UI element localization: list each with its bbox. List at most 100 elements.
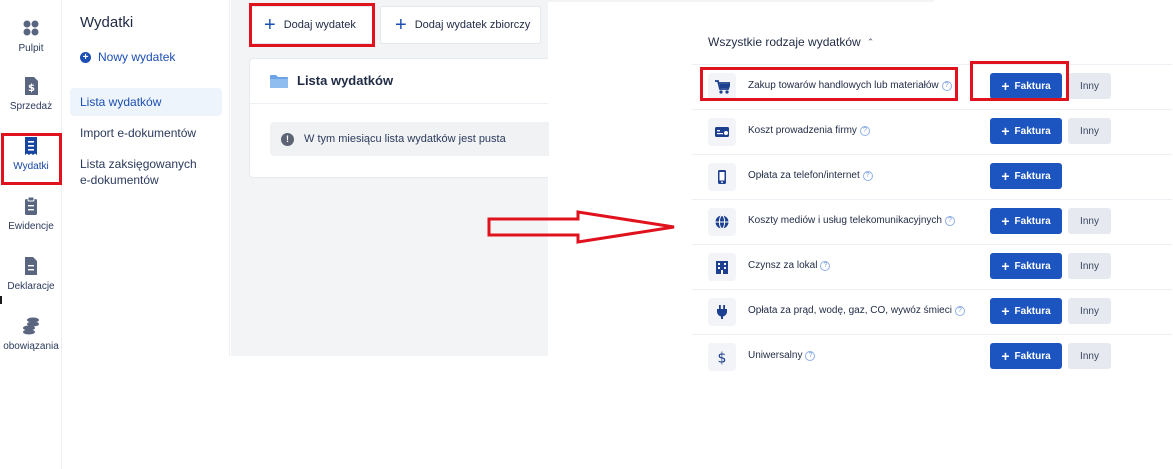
expense-types-toggle[interactable]: Wszystkie rodzaje wydatków ⌃ [708,35,874,49]
add-expense-button[interactable]: + Dodaj wydatek [249,6,373,44]
inny-button[interactable]: Inny [1068,253,1111,279]
nav-wydatki-label: Wydatki [13,161,49,172]
expense-type-row: $ Uniwersalny? + Faktura Inny [692,334,1172,379]
expense-type-label: Zakup towarów handlowych lub materiałów? [748,80,952,91]
panel-title: Wszystkie rodzaje wydatków [708,35,861,49]
expense-type-label: Opłata za prąd, wodę, gaz, CO, wywóz śmi… [748,305,965,316]
expense-type-icon-box [708,253,736,281]
plus-icon: + [395,14,407,36]
help-icon[interactable]: ? [944,215,955,226]
card-title: Lista wydatków [297,73,394,88]
phone-icon [718,170,726,184]
top-strip [548,0,934,2]
plus-icon: + [1001,168,1010,184]
nav-zobowiazania[interactable]: obowiązania [0,316,62,372]
expense-type-label: Uniwersalny? [748,350,816,361]
inny-button[interactable]: Inny [1068,73,1111,99]
expense-type-row: Opłata za telefon/internet? + Faktura [692,154,1172,199]
info-icon: ! [281,132,294,146]
plus-icon: + [1001,348,1010,364]
nav-wydatki[interactable]: Wydatki [0,136,62,192]
expense-type-icon-box [708,163,736,191]
faktura-label: Faktura [1014,260,1051,272]
nav-sprzedaz-label: Sprzedaż [9,101,53,112]
expense-type-label-text: Opłata za prąd, wodę, gaz, CO, wywóz śmi… [748,305,952,316]
expense-type-icon-box: $ [708,343,736,371]
nav-pulpit-label: Pulpit [18,43,44,54]
help-icon[interactable]: ? [954,305,965,316]
nav-sprzedaz[interactable]: $ Sprzedaż [0,76,62,132]
expense-type-icon-box [708,298,736,326]
submenu-item-zaksiegowane[interactable]: Lista zaksięgowanych e-dokumentów [70,150,210,194]
expense-type-label: Koszt prowadzenia firmy? [748,125,870,136]
help-icon[interactable]: ? [820,260,831,271]
edge-marker [0,296,2,304]
expense-list-card: Lista wydatków ! W tym miesiącu lista wy… [249,58,549,178]
expense-type-row: Koszt prowadzenia firmy? + Faktura Inny [692,109,1172,154]
main-content-area [231,0,548,356]
nav-pulpit[interactable]: Pulpit [0,18,62,74]
expense-type-label-text: Zakup towarów handlowych lub materiałów [748,80,939,91]
plus-icon: + [1001,258,1010,274]
faktura-label: Faktura [1014,80,1051,92]
plus-icon: + [264,14,276,36]
inny-button[interactable]: Inny [1068,208,1111,234]
card-header: Lista wydatków [270,73,393,88]
new-expense-link[interactable]: + Nowy wydatek [80,50,175,64]
faktura-button[interactable]: + Faktura [990,208,1062,234]
folder-icon [270,74,288,88]
faktura-button[interactable]: + Faktura [990,118,1062,144]
inny-button[interactable]: Inny [1068,298,1111,324]
faktura-button[interactable]: + Faktura [990,343,1062,369]
nav-ewidencje-label: Ewidencje [8,221,54,232]
empty-notice: ! W tym miesiącu lista wydatków jest pus… [270,122,549,156]
card-icon [715,127,729,137]
clipboard-list-icon [25,196,37,215]
faktura-button[interactable]: + Faktura [990,73,1062,99]
plus-icon: + [1001,123,1010,139]
expense-type-icon-box [708,73,736,101]
expense-type-row: Koszty mediów i usług telekomunikacyjnyc… [692,199,1172,244]
add-bulk-expense-button[interactable]: + Dodaj wydatek zbiorczy [380,6,541,44]
card-divider [250,103,548,104]
add-expense-label: Dodaj wydatek [283,19,356,31]
expense-type-label-text: Opłata za telefon/internet [748,170,860,181]
faktura-label: Faktura [1014,215,1051,227]
submenu-item-lista-wydatkow[interactable]: Lista wydatków [70,88,222,116]
document-icon [25,257,37,275]
inny-button[interactable]: Inny [1068,343,1111,369]
faktura-label: Faktura [1014,305,1051,317]
svg-text:$: $ [718,351,727,366]
help-icon[interactable]: ? [859,125,870,136]
faktura-button[interactable]: + Faktura [990,163,1062,189]
nav-deklaracje[interactable]: Deklaracje [0,256,62,312]
cart-icon [715,80,730,94]
faktura-label: Faktura [1014,350,1051,362]
help-icon[interactable]: ? [862,170,873,181]
expense-type-label-text: Koszt prowadzenia firmy [748,125,857,136]
help-icon[interactable]: ? [941,80,952,91]
coins-stack-icon [23,317,39,335]
inny-button[interactable]: Inny [1068,118,1111,144]
right-arrow-icon [487,210,675,244]
submenu-item-import[interactable]: Import e-dokumentów [70,119,222,147]
svg-text:$: $ [28,83,35,94]
plus-icon: + [1001,303,1010,319]
nav-zobowiazania-label: obowiązania [3,341,59,352]
dollar-icon: $ [718,351,727,366]
nav-ewidencje[interactable]: Ewidencje [0,196,62,252]
faktura-button[interactable]: + Faktura [990,253,1062,279]
building-icon [716,261,728,274]
expense-type-label-text: Czynsz za lokal [748,260,818,271]
expense-type-label-text: Koszty mediów i usług telekomunikacyjnyc… [748,215,942,226]
expense-type-label: Opłata za telefon/internet? [748,170,873,181]
expense-type-icon-box [708,118,736,146]
help-icon[interactable]: ? [805,350,816,361]
nav-deklaracje-label: Deklaracje [7,281,55,292]
plus-icon: + [1001,78,1010,94]
expense-type-row: Zakup towarów handlowych lub materiałów?… [692,64,1172,109]
globe-icon [715,215,729,229]
faktura-button[interactable]: + Faktura [990,298,1062,324]
expense-type-label: Koszty mediów i usług telekomunikacyjnyc… [748,215,955,226]
chevron-up-icon: ⌃ [866,36,875,47]
